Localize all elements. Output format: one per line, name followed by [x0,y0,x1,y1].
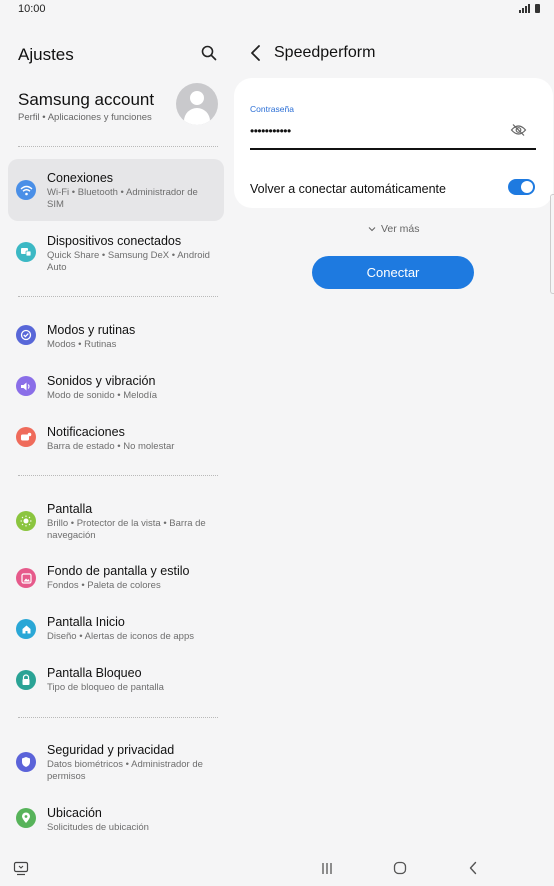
password-field[interactable]: ••••••••••• [250,124,291,138]
recents-icon[interactable] [317,858,337,878]
menu-item-conexiones[interactable]: Conexiones Wi-Fi • Bluetooth • Administr… [8,159,224,221]
menu-item-subtitle: Datos biométricos • Administrador de per… [47,759,203,782]
check-circle-icon [16,325,36,345]
menu-item-notificaciones[interactable]: Notificaciones Barra de estado • No mole… [8,415,224,461]
menu-item-title: Seguridad y privacidad [47,743,175,757]
status-bar: 10:00 [0,0,554,20]
chevron-down-icon [368,227,376,232]
edge-panel-handle[interactable] [550,194,554,294]
divider [18,717,218,718]
shield-icon [16,752,36,772]
menu-item-subtitle: Modos • Rutinas [47,339,117,350]
navigation-bar [0,850,554,886]
menu-item-title: Notificaciones [47,425,125,439]
menu-item-modos[interactable]: Modos y rutinas Modos • Rutinas [8,313,224,359]
status-time: 10:00 [18,3,46,15]
menu-item-title: Conexiones [47,171,114,185]
wifi-icon [16,180,36,200]
avatar [176,83,218,125]
samsung-account-row[interactable]: Samsung account Perfil • Aplicaciones y … [0,82,232,142]
password-label: Contraseña [250,104,294,114]
connect-button[interactable]: Conectar [312,256,474,289]
menu-item-subtitle: Fondos • Paleta de colores [47,580,161,591]
menu-item-title: Ubicación [47,806,102,820]
menu-item-subtitle: Wi-Fi • Bluetooth • Administrador de SIM [47,187,198,210]
menu-item-pantalla-inicio[interactable]: Pantalla Inicio Diseño • Alertas de icon… [8,607,224,653]
menu-item-seguridad[interactable]: Seguridad y privacidad Datos biométricos… [8,734,224,796]
notification-icon [16,427,36,447]
menu-item-subtitle: Modo de sonido • Melodía [47,390,158,401]
menu-item-subtitle: Brillo • Protector de la vista • Barra d… [47,518,206,541]
location-icon [16,808,36,828]
menu-item-title: Dispositivos conectados [47,234,182,248]
status-icons [519,4,540,13]
password-underline [250,148,536,150]
eye-off-icon[interactable] [510,123,527,137]
reconnect-toggle[interactable] [508,179,535,195]
account-subtitle: Perfil • Aplicaciones y funciones [18,112,152,123]
see-more-label: Ver más [381,223,420,235]
menu-item-pantalla-bloqueo[interactable]: Pantalla Bloqueo Tipo de bloqueo de pant… [8,658,224,704]
battery-icon [535,4,540,13]
speaker-icon [16,376,36,396]
search-icon[interactable] [200,44,218,62]
divider [18,146,218,147]
back-button-icon[interactable] [463,858,483,878]
menu-item-title: Pantalla Inicio [47,615,125,629]
home-icon [16,619,36,639]
home-button-icon[interactable] [390,858,410,878]
menu-item-title: Sonidos y vibración [47,374,156,388]
settings-title: Ajustes [18,45,74,64]
menu-item-subtitle: Tipo de bloqueo de pantalla [47,682,164,693]
menu-item-subtitle: Diseño • Alertas de iconos de apps [47,631,194,642]
menu-item-title: Pantalla Bloqueo [47,666,142,680]
network-title: Speedperform [274,44,376,61]
see-more-link[interactable]: Ver más [368,223,420,235]
menu-item-sonidos[interactable]: Sonidos y vibración Modo de sonido • Mel… [8,364,224,410]
settings-pane: Ajustes Samsung account Perfil • Aplicac… [0,20,232,850]
taskbar-toggle-icon[interactable] [11,858,31,878]
sun-icon [16,511,36,531]
menu-item-fondo[interactable]: Fondo de pantalla y estilo Fondos • Pale… [8,556,224,602]
image-icon [16,568,36,588]
divider [18,296,218,297]
divider [18,475,218,476]
menu-item-pantalla[interactable]: Pantalla Brillo • Protector de la vista … [8,492,224,554]
menu-item-subtitle: Barra de estado • No molestar [47,441,175,452]
menu-item-title: Fondo de pantalla y estilo [47,564,190,578]
menu-item-dispositivos[interactable]: Dispositivos conectados Quick Share • Sa… [8,223,224,285]
menu-item-title: Pantalla [47,502,93,516]
network-card: Contraseña ••••••••••• Volver a conectar… [234,78,553,208]
back-arrow-icon[interactable] [248,43,264,63]
signal-icon [519,4,530,13]
reconnect-label: Volver a conectar automáticamente [250,182,446,196]
menu-item-subtitle: Solicitudes de ubicación [47,822,149,833]
menu-item-title: Modos y rutinas [47,323,136,337]
lock-icon [16,670,36,690]
account-name: Samsung account [18,90,155,109]
devices-icon [16,242,36,262]
menu-item-subtitle: Quick Share • Samsung DeX • Android Auto [47,250,210,273]
menu-item-ubicacion[interactable]: Ubicación Solicitudes de ubicación [8,796,224,842]
